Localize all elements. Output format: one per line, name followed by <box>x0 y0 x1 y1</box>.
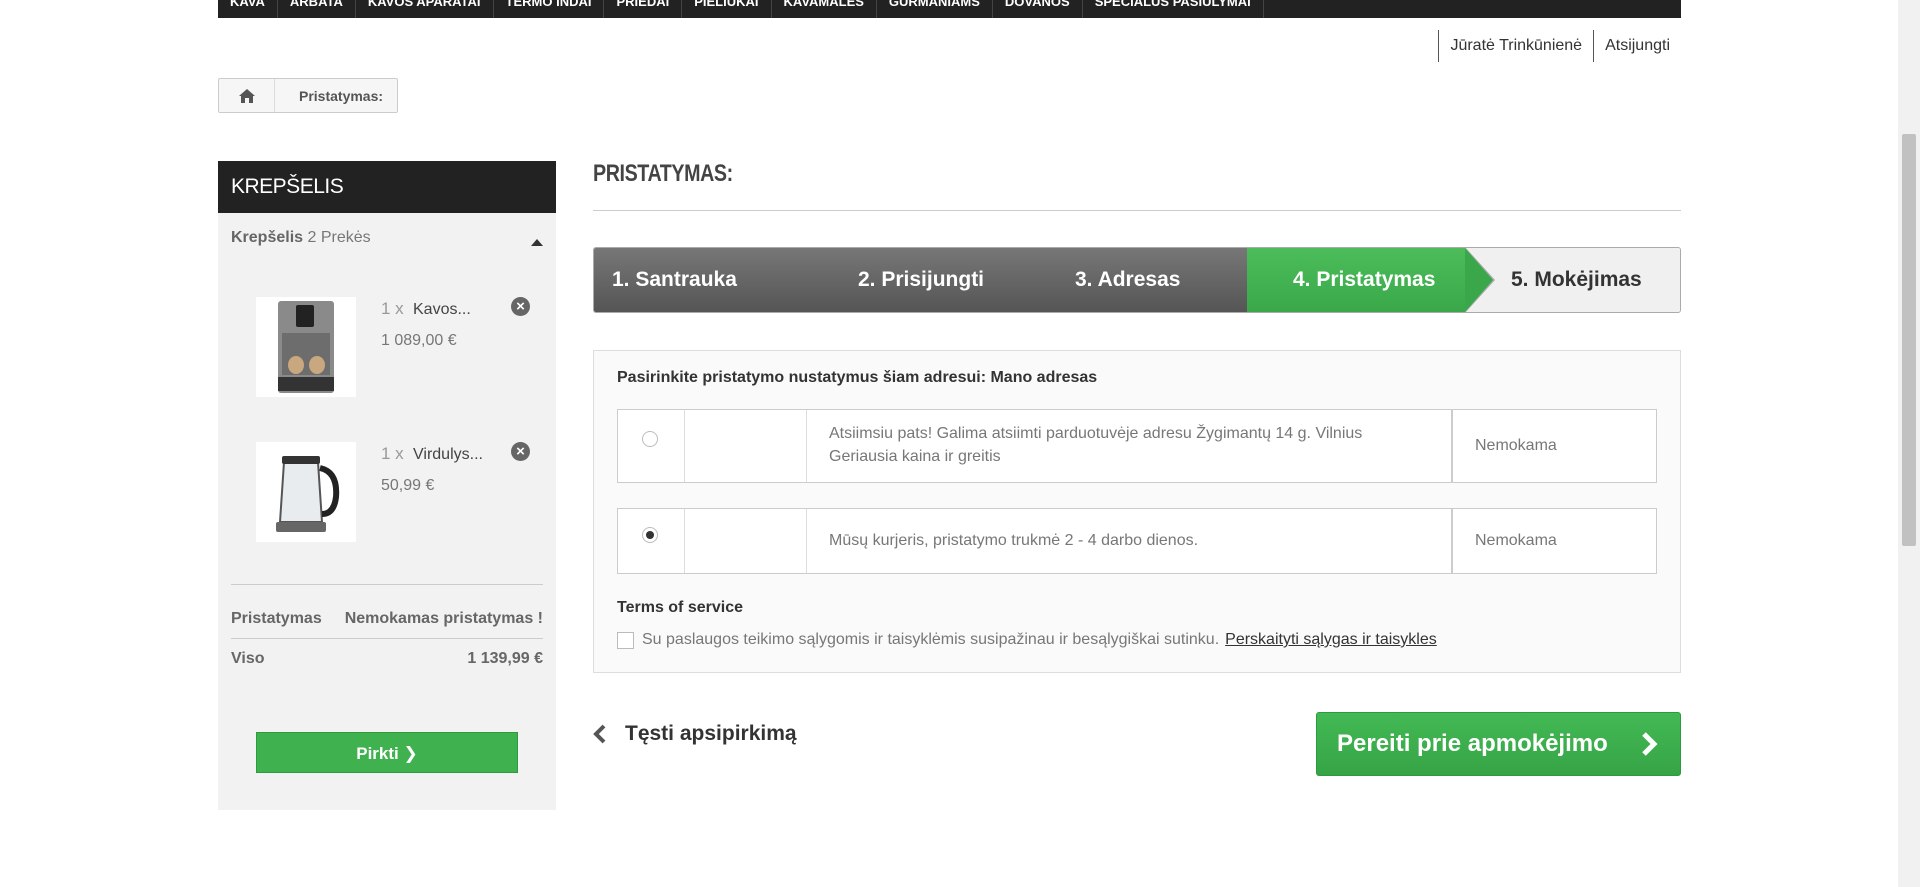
user-account-link[interactable]: Jūratė Trinkūnienė <box>1438 30 1593 62</box>
scrollbar-thumb[interactable] <box>1902 134 1916 546</box>
continue-shopping-label: Tęsti apsipirkimą <box>625 722 797 745</box>
step-address[interactable]: 3. Adresas <box>1029 248 1277 312</box>
page-title: PRISTATYMAS: <box>593 160 733 187</box>
radio-cell <box>618 410 685 482</box>
buy-button[interactable]: Pirkti ❯ <box>256 732 518 773</box>
product-thumbnail-coffee-machine[interactable] <box>256 297 356 397</box>
nav-item-kavamales[interactable]: Kavamalės <box>772 0 877 18</box>
cart-shipping-label: Pristatymas <box>231 610 322 627</box>
step-summary[interactable]: 1. Santrauka <box>594 248 842 312</box>
remove-item-icon[interactable]: × <box>511 442 530 461</box>
shipping-options-box: Pasirinkite pristatymo nustatymus šiam a… <box>593 350 1681 673</box>
kettle-image <box>276 456 340 532</box>
shipping-description: Atsiimsiu pats! Galima atsiimti parduotu… <box>807 410 1453 482</box>
step-label: 3. Adresas <box>1075 268 1181 291</box>
cart-summary-count: 2 Prekės <box>307 229 371 246</box>
shipping-description: Mūsų kurjeris, pristatymo trukmė 2 - 4 d… <box>807 509 1453 573</box>
shipping-radio-courier[interactable] <box>642 527 658 543</box>
product-thumbnail-kettle[interactable] <box>256 442 356 542</box>
page-scrollbar[interactable] <box>1898 0 1920 887</box>
step-label: 2. Prisijungti <box>858 268 985 291</box>
cart-item-price: 1 089,00 € <box>381 332 457 349</box>
breadcrumb-home[interactable] <box>219 79 275 112</box>
divider <box>231 638 543 639</box>
shipping-option-pickup[interactable]: Atsiimsiu pats! Galima atsiimti parduotu… <box>617 409 1657 483</box>
cart-shipping-value: Nemokamas pristatymas ! <box>344 610 543 627</box>
tos-text: Su paslaugos teikimo sąlygomis ir taisyk… <box>642 631 1220 648</box>
divider <box>593 210 1681 211</box>
nav-item-termo-indai[interactable]: Termo indai <box>494 0 605 18</box>
nav-item-kavos-aparatai[interactable]: Kavos aparatai <box>356 0 494 18</box>
shipping-radio-pickup[interactable] <box>642 431 658 447</box>
nav-item-gurmaniams[interactable]: Gurmaniams <box>877 0 993 18</box>
step-label: 1. Santrauka <box>612 268 737 291</box>
cart-item-qty: 1 x <box>381 444 404 463</box>
collapse-arrow-icon[interactable] <box>531 239 543 246</box>
tos-row: Su paslaugos teikimo sąlygomis ir taisyk… <box>617 631 1437 649</box>
tos-title: Terms of service <box>617 599 743 616</box>
proceed-to-payment-label: Pereiti prie apmokėjimo <box>1337 730 1608 757</box>
nav-item-pieliukai[interactable]: Pieliukai <box>682 0 772 18</box>
cart-item-name[interactable]: Virdulys... <box>413 446 483 464</box>
cart-header: KREPŠELIS <box>218 161 556 213</box>
home-icon <box>238 88 255 103</box>
nav-item-arbata[interactable]: Arbata <box>278 0 356 18</box>
continue-shopping-link[interactable]: Tęsti apsipirkimą <box>593 722 797 746</box>
shipping-desc-line: Atsiimsiu pats! Galima atsiimti parduotu… <box>829 425 1363 442</box>
shipping-option-courier[interactable]: Mūsų kurjeris, pristatymo trukmė 2 - 4 d… <box>617 508 1657 574</box>
cart-total-value: 1 139,99 € <box>467 650 543 667</box>
cart-item-name[interactable]: Kavos... <box>413 301 471 319</box>
step-label: 5. Mokėjimas <box>1511 268 1642 291</box>
nav-item-kava[interactable]: Kava <box>218 0 278 18</box>
cart-shipping-row: Pristatymas Nemokamas pristatymas ! <box>231 610 543 628</box>
shipping-price: Nemokama <box>1475 532 1557 549</box>
step-login[interactable]: 2. Prisijungti <box>812 248 1059 312</box>
tos-link[interactable]: Perskaityti sąlygas ir taisykles <box>1225 631 1437 649</box>
divider <box>231 584 543 585</box>
buy-button-label: Pirkti <box>356 744 399 763</box>
top-navigation: Kava Arbata Kavos aparatai Termo indai P… <box>218 0 1681 18</box>
shipping-price: Nemokama <box>1475 437 1557 454</box>
radio-cell <box>618 509 685 573</box>
nav-item-dovanos[interactable]: Dovanos <box>993 0 1083 18</box>
coffee-machine-image <box>278 301 334 393</box>
nav-item-specialus[interactable]: Specialūs pasiūlymai <box>1083 0 1264 18</box>
remove-item-icon[interactable]: × <box>511 297 530 316</box>
shipping-desc-line: Geriausia kaina ir greitis <box>829 448 1001 465</box>
breadcrumb-current: Pristatymas: <box>299 87 384 104</box>
chevron-left-icon <box>593 724 606 744</box>
chevron-right-icon <box>1642 732 1658 756</box>
cart-sidebar: KREPŠELIS Krepšelis 2 Prekės 1 x Kavos..… <box>218 161 556 810</box>
step-arrow <box>1465 248 1493 312</box>
tos-checkbox[interactable] <box>617 631 634 649</box>
cart-item: 1 x Virdulys... 50,99 € × <box>256 442 546 542</box>
step-payment: 5. Mokėjimas <box>1465 248 1680 312</box>
step-label: 4. Pristatymas <box>1293 268 1436 291</box>
breadcrumb: Pristatymas: <box>218 78 399 113</box>
user-bar: Jūratė Trinkūnienė Atsijungti <box>1438 30 1681 62</box>
shipping-desc-line: Mūsų kurjeris, pristatymo trukmė 2 - 4 d… <box>829 532 1199 549</box>
logout-link[interactable]: Atsijungti <box>1593 30 1681 62</box>
carrier-logo <box>685 509 807 573</box>
nav-item-priedai[interactable]: Priedai <box>604 0 683 18</box>
cart-total-label: Viso <box>231 650 265 667</box>
carrier-logo <box>685 410 807 482</box>
chevron-right-icon: ❯ <box>403 744 418 763</box>
cart-summary: Krepšelis 2 Prekės <box>218 213 556 258</box>
cart-total-row: Viso 1 139,99 € <box>231 650 543 668</box>
cart-item: 1 x Kavos... 1 089,00 € × <box>256 297 546 397</box>
shipping-title: Pasirinkite pristatymo nustatymus šiam a… <box>617 369 1098 386</box>
proceed-to-payment-button[interactable]: Pereiti prie apmokėjimo <box>1316 712 1681 776</box>
step-shipping-active: 4. Pristatymas <box>1247 248 1495 312</box>
cart-summary-label: Krepšelis <box>231 229 304 246</box>
cart-item-qty: 1 x <box>381 299 404 318</box>
checkout-steps: 1. Santrauka 2. Prisijungti 3. Adresas 4… <box>593 247 1681 313</box>
cart-item-price: 50,99 € <box>381 477 435 494</box>
